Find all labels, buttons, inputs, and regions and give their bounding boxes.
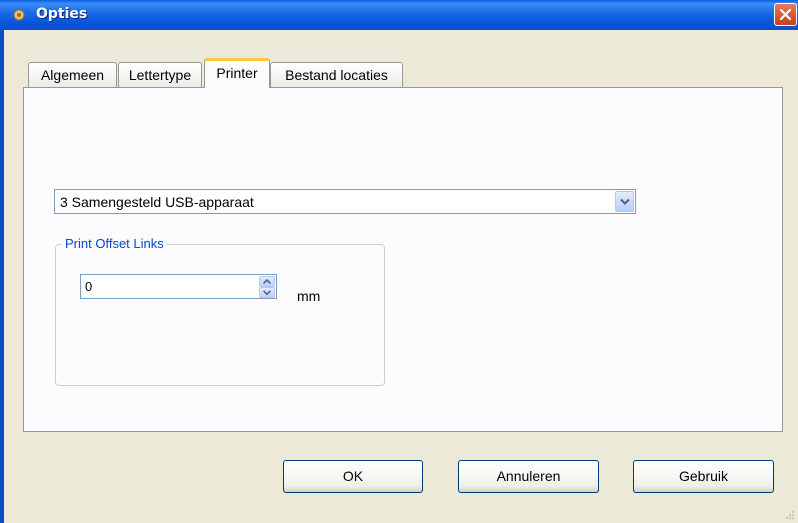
offset-increment-button[interactable] <box>259 276 275 287</box>
print-offset-group <box>55 244 385 386</box>
apply-button[interactable]: Gebruik <box>633 460 774 493</box>
arrow-up-icon <box>263 279 271 284</box>
tab-bestand-locaties[interactable]: Bestand locaties <box>270 62 403 87</box>
resize-grip-icon[interactable] <box>785 510 795 520</box>
cancel-button[interactable]: Annuleren <box>458 460 599 493</box>
tab-label: Printer <box>216 65 258 81</box>
window-title: Opties <box>36 6 88 22</box>
arrow-down-icon <box>263 290 271 295</box>
close-button[interactable] <box>774 3 797 26</box>
printer-select-value: 3 Samengesteld USB-apparaat <box>60 194 254 210</box>
ok-button[interactable]: OK <box>283 460 423 493</box>
offset-spinner[interactable]: 0 <box>80 274 277 299</box>
tab-lettertype[interactable]: Lettertype <box>118 62 202 87</box>
offset-decrement-button[interactable] <box>259 287 275 298</box>
ok-button-label: OK <box>342 468 364 484</box>
gear-icon <box>13 9 25 21</box>
close-icon <box>779 8 792 21</box>
print-offset-group-label: Print Offset Links <box>62 236 167 251</box>
window-frame <box>0 30 4 523</box>
printer-select-dropdown-button[interactable] <box>615 191 634 212</box>
tab-label: Algemeen <box>40 67 105 83</box>
offset-value[interactable]: 0 <box>85 279 92 294</box>
cancel-button-label: Annuleren <box>496 468 561 484</box>
options-dialog: Opties Algemeen Lettertype Printer Besta… <box>0 0 798 523</box>
tab-label: Bestand locaties <box>285 67 388 83</box>
printer-select[interactable]: 3 Samengesteld USB-apparaat <box>54 189 636 214</box>
title-bar[interactable]: Opties <box>0 0 798 30</box>
offset-unit-label: mm <box>297 288 321 304</box>
chevron-down-icon <box>620 198 630 205</box>
tab-algemeen[interactable]: Algemeen <box>28 62 117 87</box>
apply-button-label: Gebruik <box>678 468 729 484</box>
tab-label: Lettertype <box>128 67 192 83</box>
tab-printer[interactable]: Printer <box>204 58 270 88</box>
